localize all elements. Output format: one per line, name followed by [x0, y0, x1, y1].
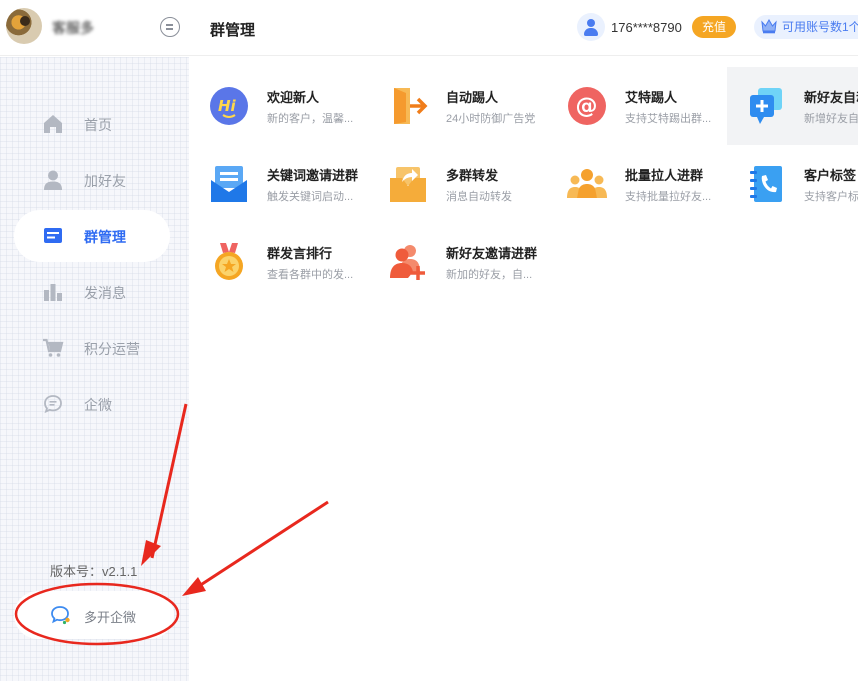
exit-door-icon [394, 88, 428, 124]
feature-title: 欢迎新人 [267, 90, 320, 105]
sidebar: 首页 加好友 群管理 发消息 积分运营 企微 版本号：v2.1.1 多开企微 [0, 57, 189, 681]
sidebar-item-label: 群管理 [84, 229, 126, 245]
sidebar-item-wecom[interactable]: 企微 [14, 378, 170, 430]
people-group-icon [567, 169, 607, 198]
cart-icon [43, 338, 64, 357]
wecom-icon [51, 606, 70, 625]
sidebar-item-label: 加好友 [84, 173, 126, 189]
multi-open-wecom-label: 多开企微 [84, 610, 137, 625]
bar-chart-icon [44, 284, 62, 301]
forward-folder-icon [390, 167, 426, 202]
feature-desc: 触发关键词启动... [267, 191, 354, 203]
feature-title: 批量拉人进群 [625, 168, 704, 183]
svg-text:@: @ [576, 94, 598, 119]
feature-title: 新好友邀请进群 [446, 246, 538, 261]
hi-icon: Hi [210, 87, 248, 125]
medal-icon [215, 243, 243, 280]
feature-desc: 新增好友自 [804, 113, 858, 125]
add-friend-card-icon [750, 88, 782, 124]
group-manage-icon [44, 228, 62, 243]
feature-card-new-friend-invite[interactable]: 新好友邀请进群 新加的好友，自... [369, 223, 539, 301]
feature-title: 客户标签 [804, 168, 857, 183]
feature-card-keyword-invite[interactable]: 关键词邀请进群 触发关键词启动... [190, 145, 360, 223]
sidebar-item-label: 积分运营 [84, 341, 140, 357]
sidebar-item-send-message[interactable]: 发消息 [14, 266, 170, 318]
sidebar-item-label: 首页 [84, 117, 112, 133]
multi-open-wecom-button[interactable]: 多开企微 [14, 591, 174, 639]
feature-card-multi-forward[interactable]: 多群转发 消息自动转发 [369, 145, 539, 223]
feature-title: 艾特踢人 [625, 90, 678, 105]
feature-title: 群发言排行 [267, 246, 333, 261]
feature-desc: 支持客户标 [804, 191, 858, 203]
feature-card-speech-rank[interactable]: 群发言排行 查看各群中的发... [190, 223, 360, 301]
sidebar-item-home[interactable]: 首页 [14, 98, 170, 150]
home-icon [44, 115, 62, 133]
account-user-icon [577, 13, 605, 41]
feature-card-at-kick[interactable]: @ 艾特踢人 支持艾特踢出群... [548, 67, 718, 145]
feature-title: 关键词邀请进群 [267, 168, 359, 183]
chat-bubble-icon [44, 395, 62, 414]
feature-desc: 支持艾特踢出群... [625, 113, 712, 125]
envelope-icon [211, 166, 247, 202]
person-icon [44, 170, 62, 190]
sidebar-item-label: 发消息 [84, 285, 126, 301]
top-bar: 客服多 群管理 176****8790 充值 可用账号数1个 [0, 0, 858, 56]
feature-card-auto-kick[interactable]: 自动踢人 24小时防御广告党 [369, 67, 539, 145]
feature-card-welcome[interactable]: Hi 欢迎新人 新的客户，温馨... [190, 67, 360, 145]
feature-desc: 消息自动转发 [446, 191, 512, 203]
phone-book-icon [750, 166, 782, 202]
sidebar-item-group-manage[interactable]: 群管理 [14, 210, 170, 262]
feature-card-batch-pull[interactable]: 批量拉人进群 支持批量拉好友... [548, 145, 718, 223]
feature-desc: 新的客户，温馨... [267, 113, 354, 125]
page-title: 群管理 [210, 22, 256, 39]
feature-desc: 新加的好友，自... [446, 269, 533, 281]
feature-title: 新好友自动 [804, 90, 858, 105]
sidebar-item-add-friend[interactable]: 加好友 [14, 154, 170, 206]
username: 客服多 [52, 20, 94, 36]
app-version: 版本号：v2.1.1 [50, 564, 138, 579]
account-phone: 176****8790 [611, 20, 682, 35]
sidebar-item-label: 企微 [84, 397, 112, 413]
feature-title: 多群转发 [446, 168, 499, 183]
feature-card-customer-tag[interactable]: 客户标签 支持客户标 [727, 145, 858, 223]
at-icon: @ [568, 87, 606, 125]
annotation-arrow-2 [195, 500, 329, 590]
invite-person-icon [390, 245, 425, 280]
feature-card-new-friend-auto[interactable]: 新好友自动 新增好友自 [727, 67, 858, 145]
crown-icon [761, 19, 777, 34]
collapse-menu-icon[interactable] [160, 17, 180, 37]
feature-desc: 查看各群中的发... [267, 269, 354, 281]
sidebar-item-points[interactable]: 积分运营 [14, 322, 170, 374]
feature-desc: 24小时防御广告党 [446, 113, 536, 125]
feature-title: 自动踢人 [446, 90, 499, 105]
user-avatar[interactable] [6, 8, 42, 44]
recharge-button[interactable]: 充值 [692, 16, 736, 38]
feature-desc: 支持批量拉好友... [625, 191, 712, 203]
svg-text:Hi: Hi [218, 97, 237, 115]
